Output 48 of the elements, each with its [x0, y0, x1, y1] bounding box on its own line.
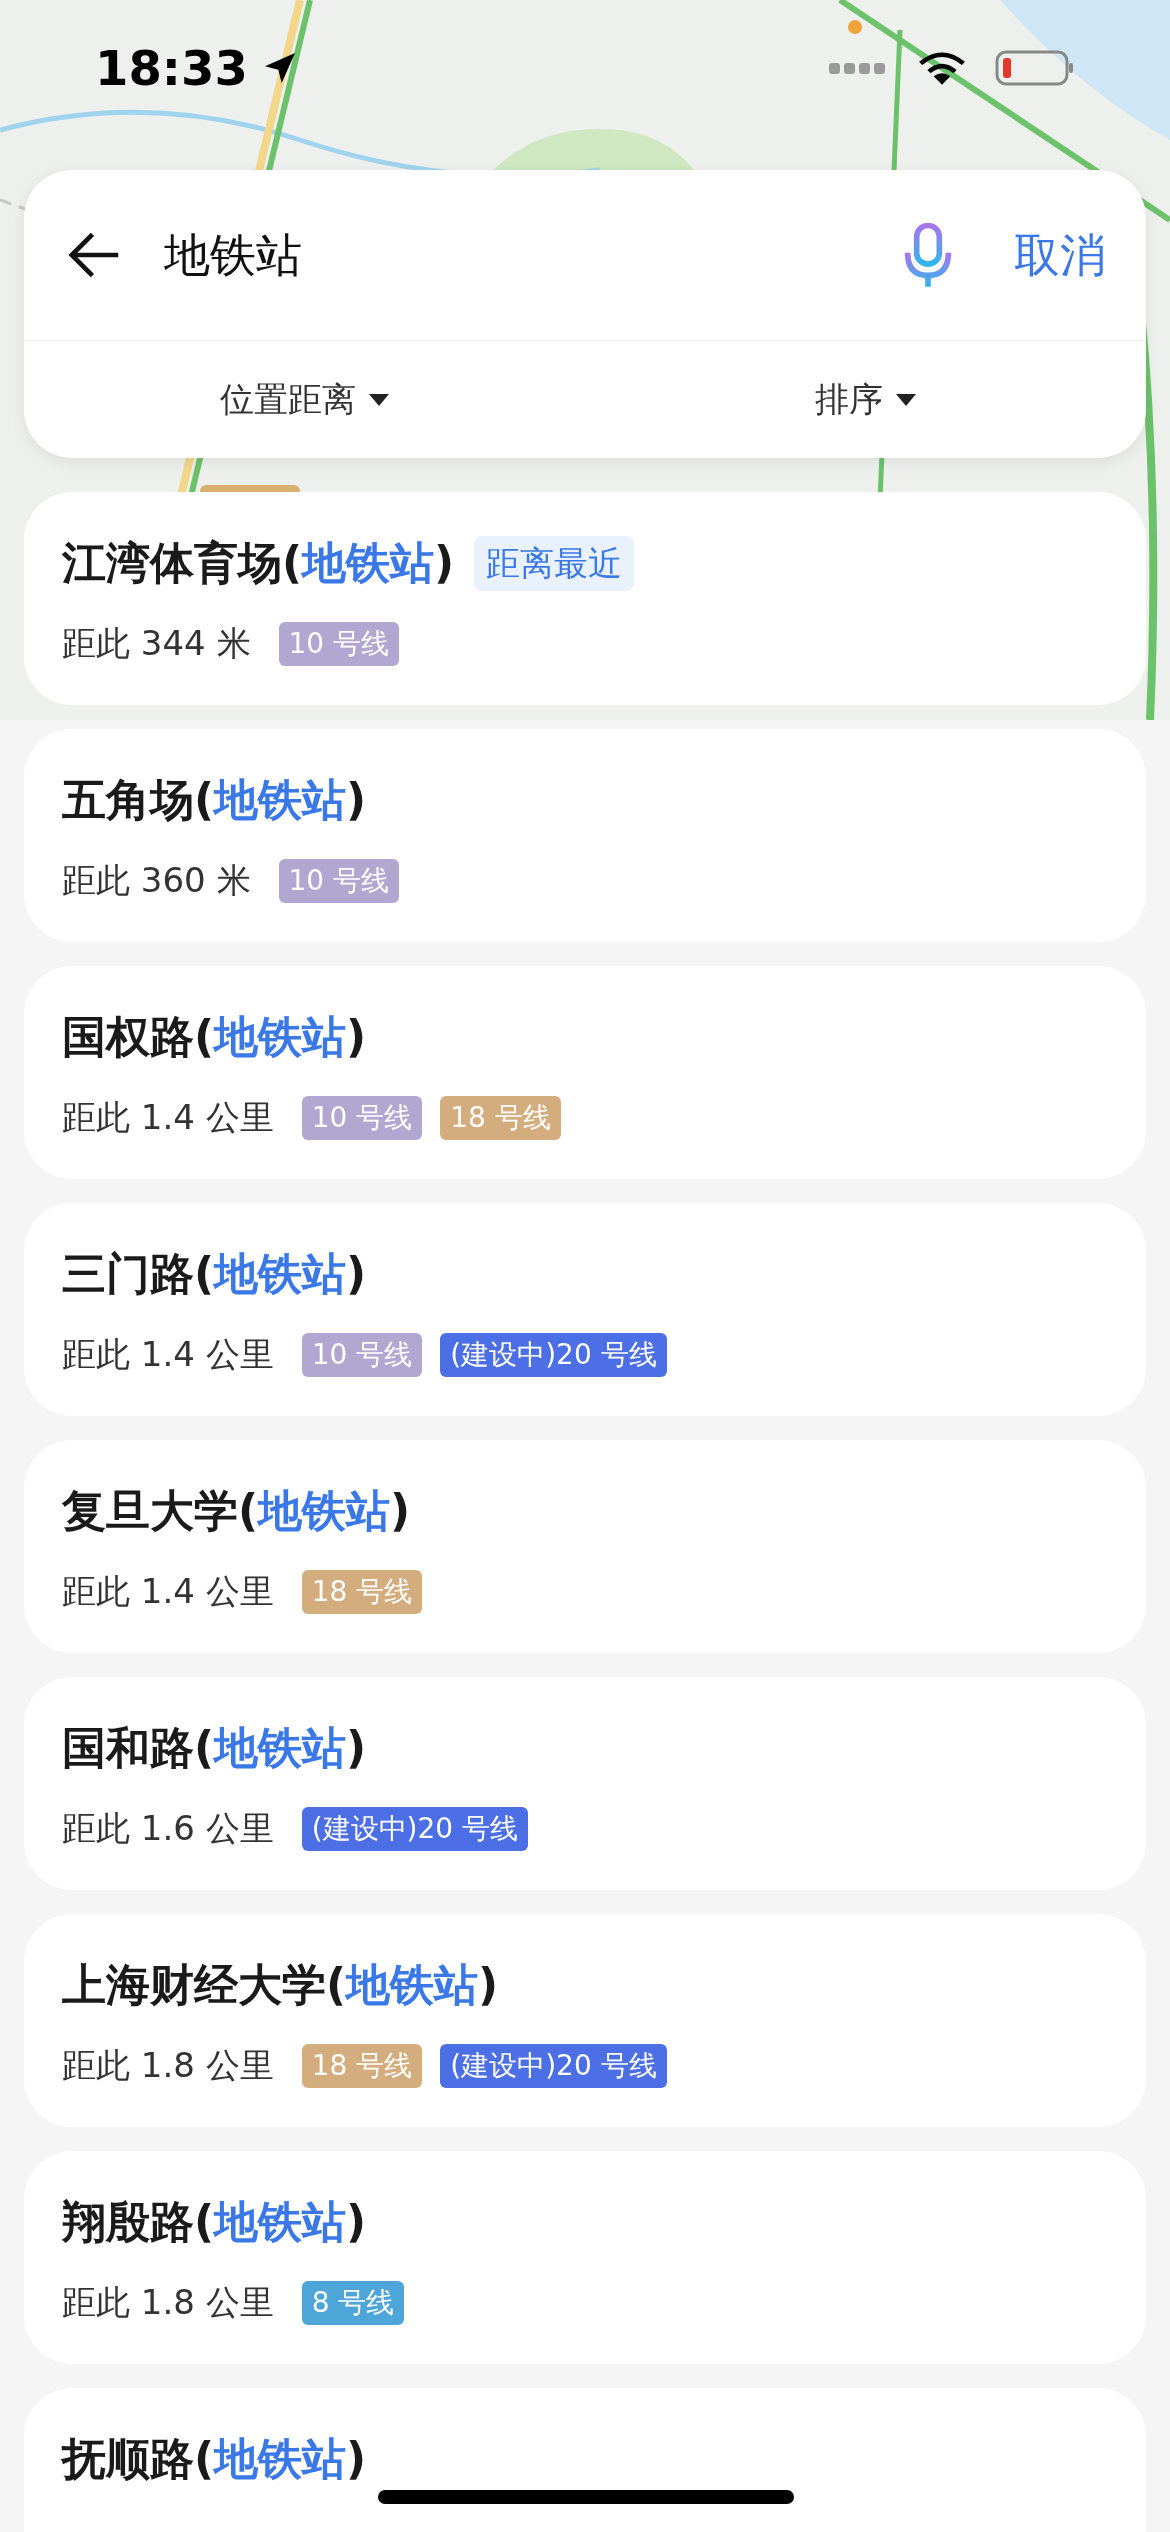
distance-text: 距此 1.4 公里 [62, 1570, 274, 1613]
distance-text: 距此 1.8 公里 [62, 2281, 274, 2324]
line-tag: 10 号线 [278, 621, 400, 666]
distance-text: 距此 1.4 公里 [62, 1333, 274, 1376]
station-card[interactable]: 江湾体育场(地铁站) 距离最近 距此 344 米 10 号线 [24, 492, 1146, 705]
station-name: 五角场(地铁站) [62, 773, 367, 827]
filter-dropdown[interactable]: 位置距离 [24, 341, 585, 458]
caret-icon [367, 392, 390, 407]
line-tag: 18 号线 [301, 1569, 423, 1614]
search-field[interactable]: 地铁站 [164, 220, 900, 290]
station-name: 国权路(地铁站) [62, 1010, 367, 1064]
line-tag: (建设中)20 号线 [301, 1806, 529, 1851]
distance-text: 距此 360 米 [62, 859, 251, 902]
station-card[interactable]: 五角场(地铁站) 距此 360 米 10 号线 [24, 729, 1146, 942]
distance-text: 距此 1.6 公里 [62, 1807, 274, 1850]
status-time: 18:33 [95, 39, 248, 98]
cancel-button[interactable]: 取消 [1014, 220, 1106, 290]
line-tag: 8 号线 [301, 2280, 405, 2325]
station-name: 复旦大学(地铁站) [62, 1484, 411, 1538]
line-tag: 10 号线 [301, 1332, 423, 1377]
station-card[interactable]: 抚顺路(地铁站) [24, 2388, 1146, 2532]
station-name: 上海财经大学(地铁站) [62, 1958, 499, 2012]
line-tag: 10 号线 [278, 858, 400, 903]
line-tag: (建设中)20 号线 [440, 1332, 667, 1377]
line-tag: 18 号线 [440, 1095, 561, 1140]
station-name: 抚顺路(地铁站) [62, 2432, 367, 2486]
signal-icon [829, 61, 885, 75]
station-name: 国和路(地铁站) [62, 1721, 367, 1775]
station-name: 翔殷路(地铁站) [62, 2195, 367, 2249]
station-name: 三门路(地铁站) [62, 1247, 367, 1301]
distance-text: 距此 344 米 [62, 622, 251, 665]
filter-dropdown[interactable]: 排序 [585, 341, 1146, 458]
distance-text: 距此 1.4 公里 [62, 1096, 274, 1139]
station-card[interactable]: 三门路(地铁站) 距此 1.4 公里 10 号线 (建设中)20 号线 [24, 1203, 1146, 1416]
line-tag: 10 号线 [301, 1095, 423, 1140]
line-tag: 18 号线 [301, 2043, 423, 2088]
caret-icon [894, 392, 917, 407]
nearest-badge: 距离最近 [474, 535, 635, 591]
line-tag: (建设中)20 号线 [440, 2043, 667, 2088]
station-card[interactable]: 上海财经大学(地铁站) 距此 1.8 公里 18 号线 (建设中)20 号线 [24, 1914, 1146, 2127]
distance-text: 距此 1.8 公里 [62, 2044, 274, 2087]
station-card[interactable]: 翔殷路(地铁站) 距此 1.8 公里 8 号线 [24, 2151, 1146, 2364]
battery-icon [995, 48, 1075, 88]
station-card[interactable]: 复旦大学(地铁站) 距此 1.4 公里 18 号线 [24, 1440, 1146, 1653]
wifi-icon [917, 49, 967, 87]
station-card[interactable]: 国权路(地铁站) 距此 1.4 公里 10 号线 18 号线 [24, 966, 1146, 1179]
station-name: 江湾体育场(地铁站) [62, 536, 455, 590]
station-card[interactable]: 国和路(地铁站) 距此 1.6 公里 (建设中)20 号线 [24, 1677, 1146, 1890]
